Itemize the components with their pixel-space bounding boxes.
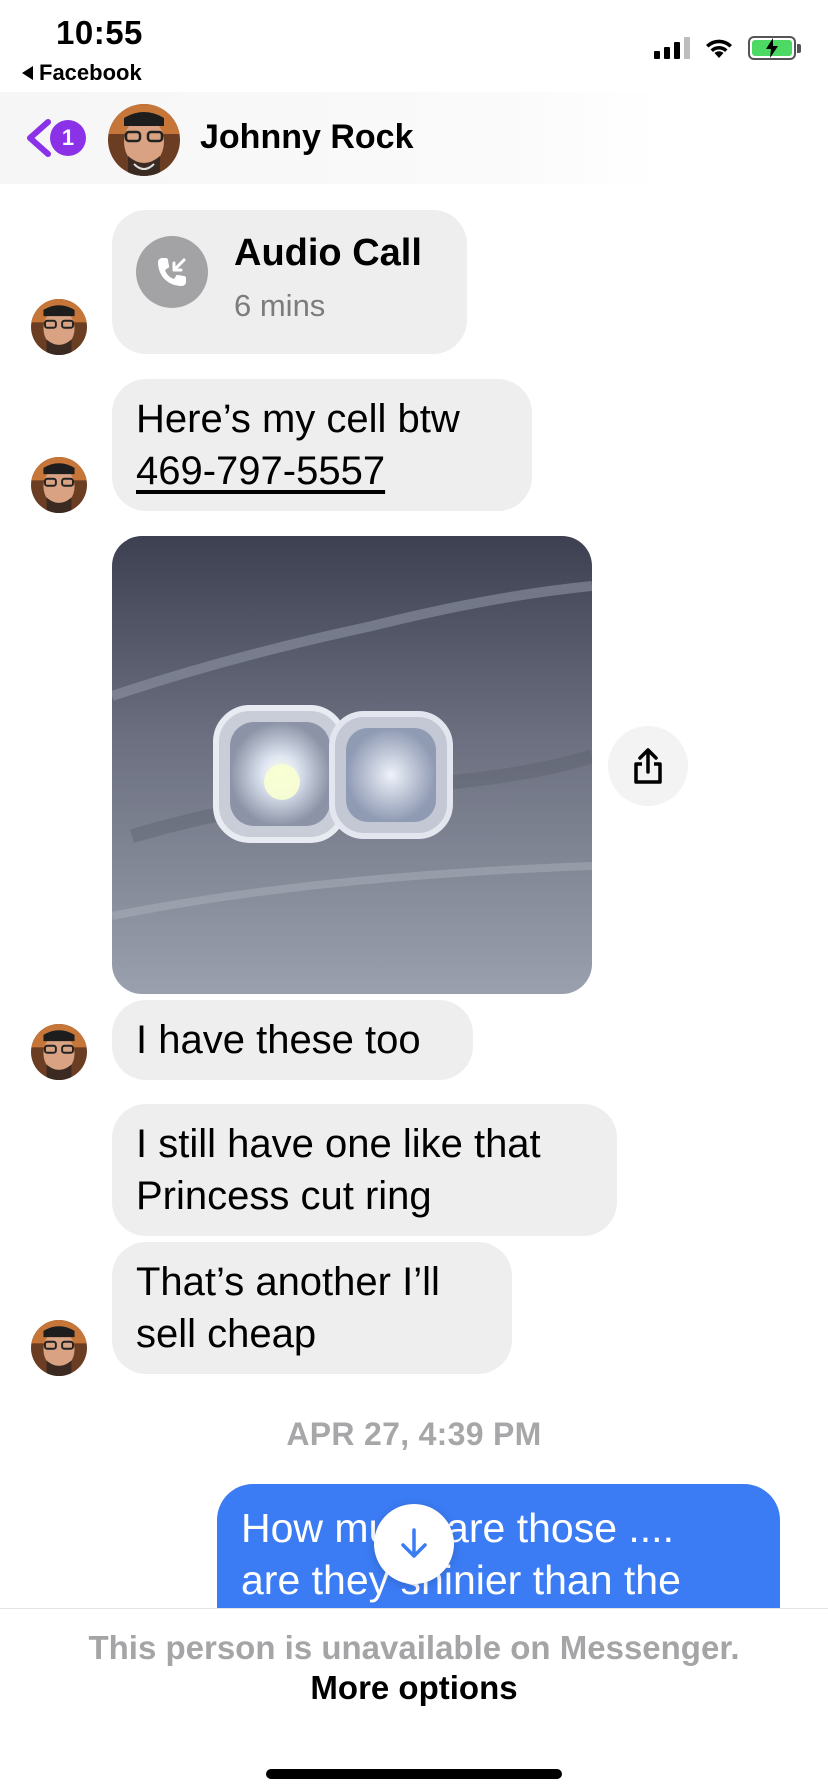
- message-text: I still have one like that: [136, 1122, 541, 1166]
- phone-number-link[interactable]: 469-797-5557: [136, 445, 508, 497]
- sender-avatar[interactable]: [31, 299, 87, 355]
- audio-call-bubble[interactable]: Audio Call 6 mins: [112, 210, 467, 354]
- status-time: 10:55: [56, 14, 143, 51]
- conversation-header: 1 Johnny Rock: [0, 92, 828, 184]
- message-text: That’s another I’ll: [136, 1260, 440, 1304]
- message-text: sell cheap: [136, 1312, 317, 1356]
- unavailable-footer: This person is unavailable on Messenger.…: [0, 1608, 828, 1792]
- arrow-down-icon: [401, 1528, 427, 1558]
- my-message-bubble[interactable]: How much are those .... are they shinier…: [217, 1484, 780, 1624]
- more-options-button[interactable]: More options: [0, 1669, 828, 1707]
- message-bubble[interactable]: That’s another I’ll sell cheap: [112, 1242, 512, 1374]
- scroll-to-bottom-button[interactable]: [374, 1504, 454, 1584]
- status-icons: [654, 36, 801, 60]
- back-to-app-link[interactable]: Facebook: [22, 60, 142, 86]
- call-duration: 6 mins: [234, 288, 326, 323]
- home-indicator[interactable]: [266, 1769, 562, 1779]
- message-text: Princess cut ring: [136, 1174, 432, 1218]
- contact-avatar[interactable]: [108, 104, 180, 176]
- message-text: Here’s my cell btw: [136, 397, 460, 441]
- message-text: How much are those ....: [241, 1505, 674, 1551]
- earrings-photo[interactable]: [112, 536, 592, 994]
- share-button[interactable]: [608, 726, 688, 806]
- unavailable-message: This person is unavailable on Messenger.: [88, 1629, 740, 1666]
- message-bubble[interactable]: I have these too: [112, 1000, 473, 1080]
- contact-name[interactable]: Johnny Rock: [200, 118, 413, 157]
- back-triangle-icon: [22, 66, 33, 80]
- message-bubble[interactable]: I still have one like that Princess cut …: [112, 1104, 617, 1236]
- sender-avatar[interactable]: [31, 1024, 87, 1080]
- message-bubble[interactable]: Here’s my cell btw 469-797-5557: [112, 379, 532, 511]
- unread-badge: 1: [50, 120, 86, 156]
- sender-avatar[interactable]: [31, 1320, 87, 1376]
- phone-incoming-icon: [136, 236, 208, 308]
- battery-charging-icon: [748, 36, 801, 60]
- wifi-icon: [706, 39, 732, 58]
- signal-icon: [654, 37, 690, 59]
- message-text: are they shinier than the: [241, 1557, 681, 1603]
- back-app-label: Facebook: [39, 60, 142, 85]
- messenger-screen: 10:55 Facebook 1 Johnny Rock Audio Call …: [0, 0, 828, 1792]
- call-title: Audio Call: [234, 232, 422, 274]
- sender-avatar[interactable]: [31, 457, 87, 513]
- share-icon: [634, 748, 662, 784]
- message-text: I have these too: [136, 1018, 421, 1062]
- message-timestamp: APR 27, 4:39 PM: [286, 1416, 542, 1452]
